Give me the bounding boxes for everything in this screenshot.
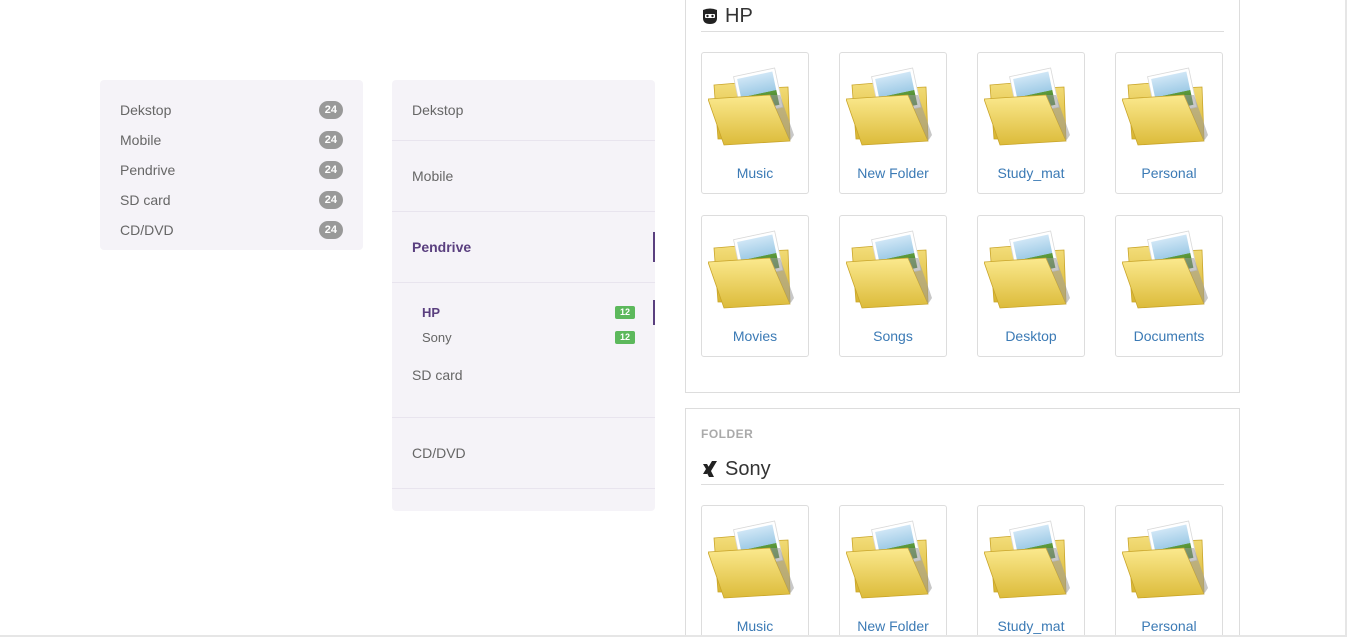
folder-tile[interactable]: New Folder [839,505,947,637]
sub-item-sony[interactable]: Sony 12 [422,325,635,350]
xing-icon [701,460,719,478]
list-item-desktop[interactable]: Dekstop 24 [100,95,363,125]
sub-item-label: Sony [422,330,452,345]
folder-label: Personal [1141,165,1197,181]
folder-label: Personal [1141,618,1197,634]
accordion-item-pendrive[interactable]: Pendrive [392,212,655,283]
category-list: Dekstop 24 Mobile 24 Pendrive 24 SD card… [100,80,363,250]
count-badge: 24 [318,161,343,179]
folder-tile[interactable]: Music [701,505,809,637]
folder-label: Movies [732,328,778,344]
folder-icon [708,65,796,147]
list-item-pendrive[interactable]: Pendrive 24 [100,155,363,185]
accordion-item-mobile[interactable]: Mobile [392,141,655,212]
folder-icon [984,518,1072,600]
folder-tile[interactable]: Movies [701,215,809,357]
folder-tile[interactable]: Songs [839,215,947,357]
list-item-label: SD card [120,192,171,208]
folder-icon [846,228,934,310]
folder-label: Songs [873,328,913,344]
folder-tile[interactable]: Music [701,52,809,194]
folder-tile[interactable]: Personal [1115,505,1223,637]
list-item-mobile[interactable]: Mobile 24 [100,125,363,155]
sony-folder-panel: FOLDER Sony Music New Folder Study_mat P… [685,408,1240,637]
panel-title-text: Sony [725,457,771,480]
folder-label: New Folder [857,165,929,181]
folder-label: Music [736,165,774,181]
folder-icon [1122,65,1210,147]
folder-tile[interactable]: Documents [1115,215,1223,357]
count-badge: 12 [614,331,635,344]
panel-title: Sony [701,454,1224,485]
list-item-label: CD/DVD [120,222,174,238]
count-badge: 24 [318,101,343,119]
sub-item-label: HP [422,305,441,320]
folder-icon [1122,228,1210,310]
folder-tile[interactable]: New Folder [839,52,947,194]
count-badge: 24 [318,221,343,239]
list-item-label: Dekstop [120,102,172,118]
count-badge: 24 [318,131,343,149]
folder-icon [1122,518,1210,600]
hp-folder-panel: HP Music New Folder Study_mat Personal M… [685,0,1240,393]
helmet-icon [701,7,719,25]
accordion-item-cddvd[interactable]: CD/DVD [392,418,655,489]
folder-icon [846,518,934,600]
folder-tile[interactable]: Desktop [977,215,1085,357]
folder-icon [708,518,796,600]
panel-kicker: FOLDER [701,427,754,441]
folder-label: Study_mat [997,618,1065,634]
folder-icon [984,228,1072,310]
pendrive-sub-list: HP 12 Sony 12 [392,283,655,362]
device-accordion: Dekstop Mobile Pendrive HP 12 Sony 12 SD… [392,80,655,511]
list-item-label: Pendrive [120,162,176,178]
panel-title-text: HP [725,4,753,27]
folder-tile[interactable]: Personal [1115,52,1223,194]
list-item-sdcard[interactable]: SD card 24 [100,185,363,215]
accordion-item-desktop[interactable]: Dekstop [392,80,655,141]
folder-icon [708,228,796,310]
panel-title: HP [701,1,1224,32]
folder-tile[interactable]: Study_mat [977,505,1085,637]
folder-icon [984,65,1072,147]
folder-label: Documents [1133,328,1205,344]
count-badge: 24 [318,191,343,209]
folder-label: Desktop [1005,328,1057,344]
folder-label: New Folder [857,618,929,634]
count-badge: 12 [614,306,635,319]
accordion-item-sdcard[interactable]: SD card [392,362,655,418]
folder-icon [846,65,934,147]
folder-tile[interactable]: Study_mat [977,52,1085,194]
folder-label: Music [736,618,774,634]
sub-item-hp[interactable]: HP 12 [422,300,655,325]
folder-label: Study_mat [997,165,1065,181]
list-item-cddvd[interactable]: CD/DVD 24 [100,215,363,245]
list-item-label: Mobile [120,132,162,148]
